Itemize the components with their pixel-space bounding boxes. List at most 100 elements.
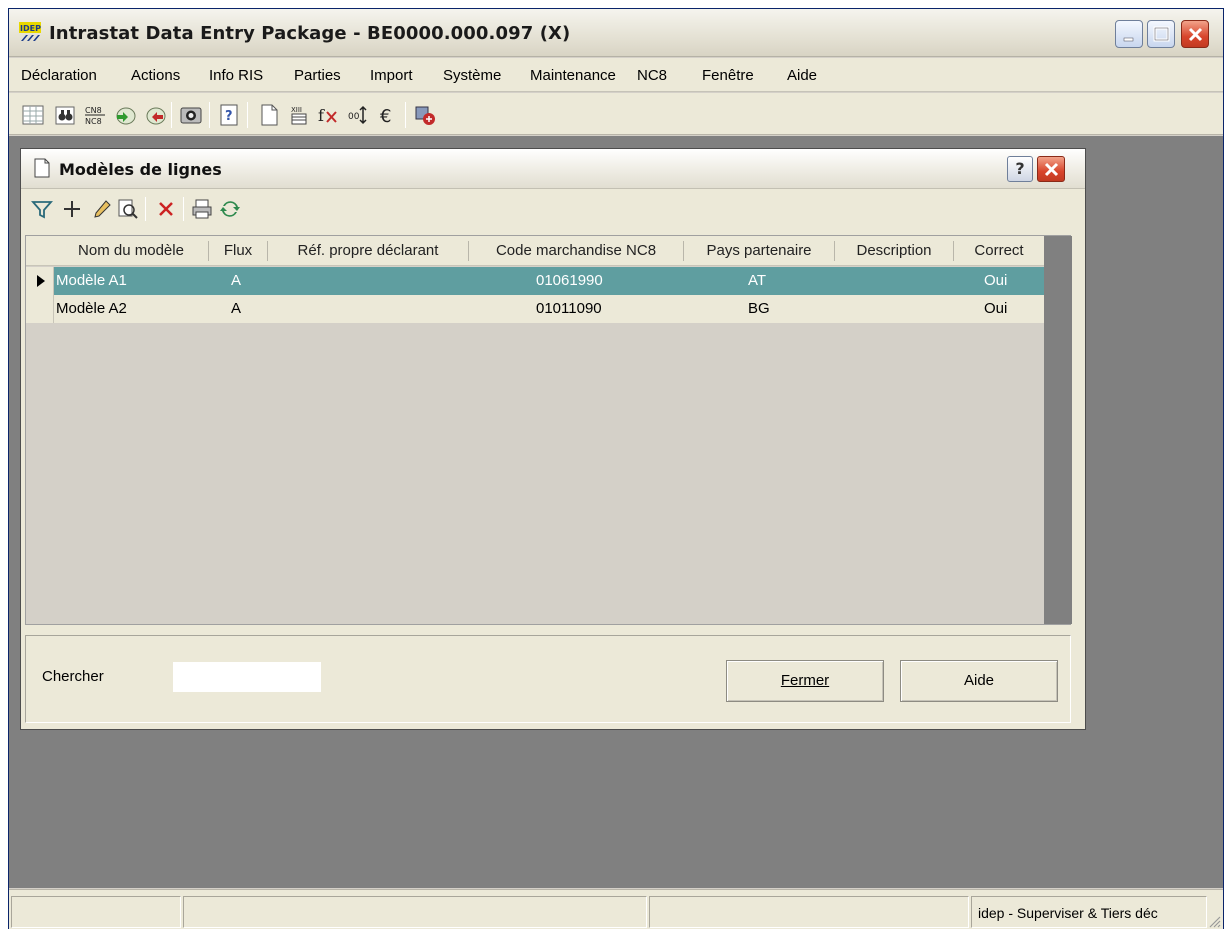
toolbar-separator	[209, 102, 210, 128]
envelope-out-icon[interactable]	[143, 103, 167, 127]
svg-text:?: ?	[225, 109, 233, 124]
svg-text:XIII: XIII	[291, 106, 302, 114]
cell-flux: A	[231, 272, 242, 289]
toolbar-separator	[247, 102, 248, 128]
close-window-button[interactable]	[1181, 20, 1209, 48]
dialog-close-button[interactable]	[1037, 156, 1065, 182]
dialog-toolbar	[25, 191, 1081, 227]
menu-import[interactable]: Import	[370, 67, 413, 84]
maximize-icon	[1153, 26, 1170, 42]
menu-fenetre[interactable]: Fenêtre	[702, 67, 754, 84]
table-grid-icon[interactable]	[21, 103, 45, 127]
svg-text:€: €	[380, 106, 391, 127]
new-document-icon[interactable]	[257, 103, 281, 127]
menu-aide[interactable]: Aide	[787, 67, 817, 84]
table-row[interactable]: Modèle A2 A 01011090 BG Oui	[26, 295, 1044, 323]
svg-text:NC8: NC8	[85, 117, 102, 126]
help-button[interactable]: Aide	[900, 660, 1058, 702]
table-row[interactable]: Modèle A1 A 01061990 AT Oui	[26, 267, 1044, 295]
menu-maintenance[interactable]: Maintenance	[530, 67, 616, 84]
grid-empty-area	[1044, 236, 1072, 624]
close-icon	[1044, 162, 1059, 177]
user-settings-icon[interactable]	[413, 103, 437, 127]
help-button-label: Aide	[963, 672, 995, 689]
cell-model-name: Modèle A1	[56, 272, 127, 289]
print-icon[interactable]	[191, 198, 213, 220]
refresh-icon[interactable]	[219, 198, 241, 220]
close-icon	[1188, 27, 1203, 42]
resize-grip-icon[interactable]	[1207, 914, 1221, 928]
status-pane-user: idep - Superviser & Tiers déc	[971, 896, 1207, 928]
column-header-reference[interactable]: Réf. propre déclarant	[268, 236, 468, 266]
minimize-button[interactable]	[1115, 20, 1143, 48]
column-header-model-name[interactable]: Nom du modèle	[54, 236, 208, 266]
minimize-icon	[1123, 37, 1134, 42]
toolbar-separator	[405, 102, 406, 128]
dialog-help-button[interactable]: ?	[1007, 156, 1033, 182]
current-row-arrow-icon	[37, 275, 45, 287]
grid-header: Nom du modèle Flux Réf. propre déclarant…	[26, 236, 1044, 266]
binoculars-icon[interactable]	[53, 103, 77, 127]
svg-text:IDEP: IDEP	[20, 24, 41, 33]
status-pane-2	[183, 896, 647, 928]
toolbar-separator	[183, 197, 184, 221]
euro-icon[interactable]: €	[377, 103, 401, 127]
dialog-title: Modèles de lignes	[59, 160, 222, 179]
column-header-flux[interactable]: Flux	[209, 236, 267, 266]
cell-correct: Oui	[984, 300, 1008, 317]
mdi-workspace: Modèles de lignes ? Nom du modèle Flux R…	[9, 136, 1223, 888]
row-selector[interactable]	[26, 295, 54, 323]
delete-icon[interactable]	[155, 198, 177, 220]
menu-nc8[interactable]: NC8	[637, 67, 667, 84]
menu-declaration[interactable]: Déclaration	[21, 67, 97, 84]
templates-grid: Nom du modèle Flux Réf. propre déclarant…	[25, 235, 1072, 625]
cell-commodity-code: 01061990	[536, 272, 603, 289]
edit-pencil-icon[interactable]	[91, 198, 113, 220]
menu-bar: Déclaration Actions Info RIS Parties Imp…	[9, 58, 1223, 92]
menu-info-ris[interactable]: Info RIS	[209, 67, 263, 84]
toolbar-separator	[171, 102, 172, 128]
dialog-title-bar[interactable]: Modèles de lignes ?	[21, 149, 1085, 189]
cell-model-name: Modèle A2	[56, 300, 127, 317]
status-user-text: idep - Superviser & Tiers déc	[978, 905, 1158, 921]
menu-systeme[interactable]: Système	[443, 67, 501, 84]
decimal-adjust-icon[interactable]: 00	[347, 103, 371, 127]
close-button[interactable]: Fermer	[726, 660, 884, 702]
toolbar-separator	[145, 197, 146, 221]
column-header-partner-country[interactable]: Pays partenaire	[684, 236, 834, 266]
envelope-in-icon[interactable]	[113, 103, 137, 127]
cell-commodity-code: 01011090	[536, 300, 602, 317]
main-toolbar: CN8 NC8 ? XIII f 00 €	[9, 93, 1223, 135]
cell-partner-country: AT	[748, 272, 767, 289]
idep-logo-icon: IDEP	[19, 22, 41, 41]
column-header-commodity-code[interactable]: Code marchandise NC8	[469, 236, 683, 266]
roman-numeral-stack-icon[interactable]: XIII	[287, 103, 311, 127]
filter-icon[interactable]	[31, 198, 53, 220]
cell-partner-country: BG	[748, 300, 770, 317]
status-pane-1	[11, 896, 181, 928]
svg-text:f: f	[318, 106, 325, 125]
column-header-description[interactable]: Description	[835, 236, 953, 266]
status-pane-3	[649, 896, 969, 928]
menu-parties[interactable]: Parties	[294, 67, 341, 84]
search-input[interactable]	[172, 661, 322, 693]
document-icon	[34, 158, 50, 178]
add-icon[interactable]	[61, 198, 83, 220]
menu-actions[interactable]: Actions	[131, 67, 180, 84]
function-icon[interactable]: f	[317, 103, 341, 127]
cell-flux: A	[231, 300, 242, 317]
window-title: Intrastat Data Entry Package - BE0000.00…	[49, 23, 571, 44]
title-bar[interactable]: IDEP Intrastat Data Entry Package - BE00…	[9, 9, 1223, 57]
close-button-label: Fermer	[780, 672, 830, 689]
maximize-button[interactable]	[1147, 20, 1175, 48]
search-label: Chercher	[42, 668, 104, 685]
view-details-icon[interactable]	[117, 198, 139, 220]
status-bar: idep - Superviser & Tiers déc	[9, 889, 1223, 929]
row-selector[interactable]	[26, 267, 54, 295]
cn8-nc8-icon[interactable]: CN8 NC8	[83, 103, 107, 127]
camera-icon[interactable]	[179, 103, 203, 127]
main-window: IDEP Intrastat Data Entry Package - BE00…	[8, 8, 1224, 929]
help-book-icon[interactable]: ?	[217, 103, 241, 127]
search-panel: Chercher Fermer Aide	[25, 635, 1071, 723]
column-header-correct[interactable]: Correct	[954, 236, 1044, 266]
